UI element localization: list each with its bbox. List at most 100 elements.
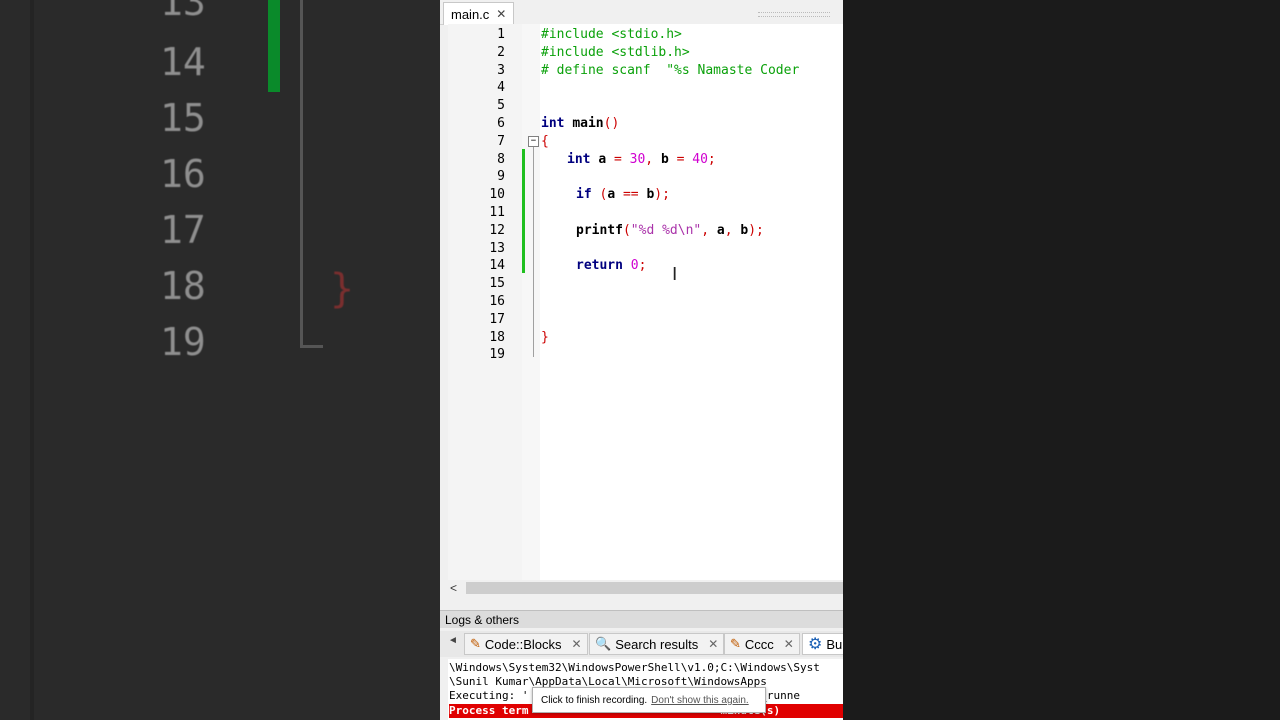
change-marker-bar bbox=[522, 149, 525, 273]
background-line-number: 16 bbox=[160, 152, 206, 196]
line-number: 11 bbox=[489, 205, 505, 220]
code-line-2: #include <stdlib.h> bbox=[541, 44, 690, 60]
fold-toggle-icon[interactable]: − bbox=[528, 136, 539, 147]
line-number: 7 bbox=[497, 133, 505, 149]
token-function: printf bbox=[576, 222, 623, 238]
gear-icon: ⚙ bbox=[808, 636, 823, 653]
token-number: 30 bbox=[629, 151, 646, 167]
token-operator: == bbox=[622, 187, 639, 203]
line-number: 5 bbox=[497, 98, 505, 114]
text-cursor-icon: I bbox=[672, 264, 678, 285]
background-closing-brace: } bbox=[330, 266, 355, 312]
background-line-number: 18 bbox=[160, 264, 206, 308]
token-operator: () bbox=[603, 116, 620, 131]
line-number: 1 bbox=[497, 27, 505, 42]
tab-label: Bui bbox=[826, 636, 843, 652]
tab-search-results[interactable]: 🔍 Search results ✕ bbox=[589, 633, 725, 655]
background-line-number: 19 bbox=[160, 320, 206, 364]
ide-window: main.c ✕ − 1 2 3 4 5 6 7 8 9 10 11 12 13… bbox=[440, 0, 843, 720]
code-line-18: } bbox=[541, 329, 549, 345]
logs-panel-title: Logs & others bbox=[440, 610, 843, 628]
tab-cccc[interactable]: ✎ Cccc ✕ bbox=[724, 633, 800, 655]
toast-message: Click to finish recording. bbox=[541, 695, 648, 706]
search-icon: 🔍 bbox=[595, 636, 612, 651]
token-operator: ( bbox=[622, 222, 631, 238]
token-identifier: a bbox=[607, 187, 616, 203]
close-icon[interactable]: ✕ bbox=[784, 637, 794, 651]
line-number: 3 bbox=[497, 62, 505, 78]
recording-toast[interactable]: Click to finish recording. Don't show thi… bbox=[532, 687, 766, 713]
editor-tab-bar: main.c ✕ bbox=[440, 0, 843, 25]
token-number: 40 bbox=[692, 151, 708, 167]
logs-tab-bar: ◄ ✎ Code::Blocks ✕ 🔍 Search results ✕ ✎ … bbox=[440, 631, 843, 657]
code-line-3: # define scanf "%s Namaste Coder bbox=[541, 62, 800, 78]
line-number: 12 bbox=[489, 222, 505, 238]
token-identifier: main bbox=[572, 116, 604, 131]
background-line-number: 15 bbox=[160, 96, 206, 140]
line-number: 9 bbox=[497, 169, 505, 185]
line-number: 4 bbox=[497, 80, 505, 96]
code-line-14: return 0; bbox=[576, 257, 646, 275]
scroll-left-arrow-icon[interactable]: < bbox=[450, 580, 457, 596]
line-number: 15 bbox=[489, 276, 505, 292]
token-identifier: b bbox=[660, 151, 669, 167]
token-keyword: int bbox=[567, 151, 591, 167]
token-operator: ) bbox=[748, 222, 757, 238]
tab-label: Search results bbox=[615, 636, 699, 652]
code-line-6: int main() bbox=[541, 115, 619, 133]
line-number: 13 bbox=[489, 240, 505, 256]
scrollbar-track[interactable] bbox=[466, 582, 843, 594]
code-line-8: int a = 30, b = 40; bbox=[567, 151, 716, 169]
token-keyword: if bbox=[576, 187, 592, 203]
close-icon[interactable]: ✕ bbox=[708, 637, 718, 651]
tabs-scroll-left-icon[interactable]: ◄ bbox=[448, 635, 458, 646]
code-line-1: #include <stdio.h> bbox=[541, 27, 682, 42]
token-operator: = bbox=[676, 151, 685, 167]
token-operator: ; bbox=[756, 222, 764, 238]
fold-range-line bbox=[533, 147, 534, 357]
code-line-12: printf("%d %d\n", a, b); bbox=[576, 222, 764, 240]
background-line-number: 13 bbox=[160, 0, 206, 24]
token-identifier: a bbox=[716, 222, 725, 238]
token-string: "%d %d\n" bbox=[630, 222, 702, 238]
token-operator: ; bbox=[707, 151, 716, 167]
pencil-icon: ✎ bbox=[470, 636, 481, 651]
line-number: 2 bbox=[497, 44, 505, 60]
code-editor[interactable]: − 1 2 3 4 5 6 7 8 9 10 11 12 13 14 15 16… bbox=[448, 24, 843, 580]
dont-show-again-link[interactable]: Don't show this again. bbox=[651, 695, 749, 706]
token-operator: , bbox=[645, 151, 654, 167]
line-number: 14 bbox=[489, 258, 505, 274]
close-icon[interactable]: ✕ bbox=[496, 7, 506, 21]
fold-margin bbox=[522, 24, 540, 580]
log-line: \Windows\System32\WindowsPowerShell\v1.0… bbox=[449, 661, 820, 674]
background-right-panel bbox=[843, 0, 1280, 720]
close-icon[interactable]: ✕ bbox=[572, 637, 582, 651]
token-operator: ) bbox=[654, 187, 663, 203]
tab-codeblocks-log[interactable]: ✎ Code::Blocks ✕ bbox=[464, 633, 588, 655]
background-change-bar bbox=[268, 0, 280, 92]
background-zoomed-editor: 13 14 15 16 17 18 19 } bbox=[0, 0, 440, 720]
token-operator: ; bbox=[662, 187, 670, 203]
token-keyword: return bbox=[576, 258, 623, 274]
tab-label: Code::Blocks bbox=[484, 636, 562, 652]
token-identifier: a bbox=[598, 151, 607, 167]
tab-bar-grip bbox=[758, 12, 830, 17]
tab-main-c[interactable]: main.c ✕ bbox=[443, 2, 515, 25]
line-number: 18 bbox=[489, 329, 505, 345]
line-number: 17 bbox=[489, 311, 505, 327]
token-number: 0 bbox=[630, 258, 639, 274]
token-operator: = bbox=[613, 151, 622, 167]
code-line-10: if (a == b); bbox=[576, 186, 670, 204]
tab-build-log[interactable]: ⚙ Bui bbox=[802, 633, 843, 655]
background-line-number: 17 bbox=[160, 208, 206, 252]
line-number: 8 bbox=[497, 151, 505, 167]
tab-label: main.c bbox=[451, 6, 490, 22]
token-operator: , bbox=[701, 222, 710, 238]
horizontal-scrollbar[interactable]: < bbox=[448, 580, 843, 596]
background-fold-line bbox=[300, 0, 323, 348]
tab-label: Cccc bbox=[744, 636, 774, 652]
background-gutter bbox=[30, 0, 34, 720]
background-line-number: 14 bbox=[160, 40, 206, 84]
token-keyword: int bbox=[541, 116, 565, 131]
line-number: 6 bbox=[497, 116, 505, 131]
